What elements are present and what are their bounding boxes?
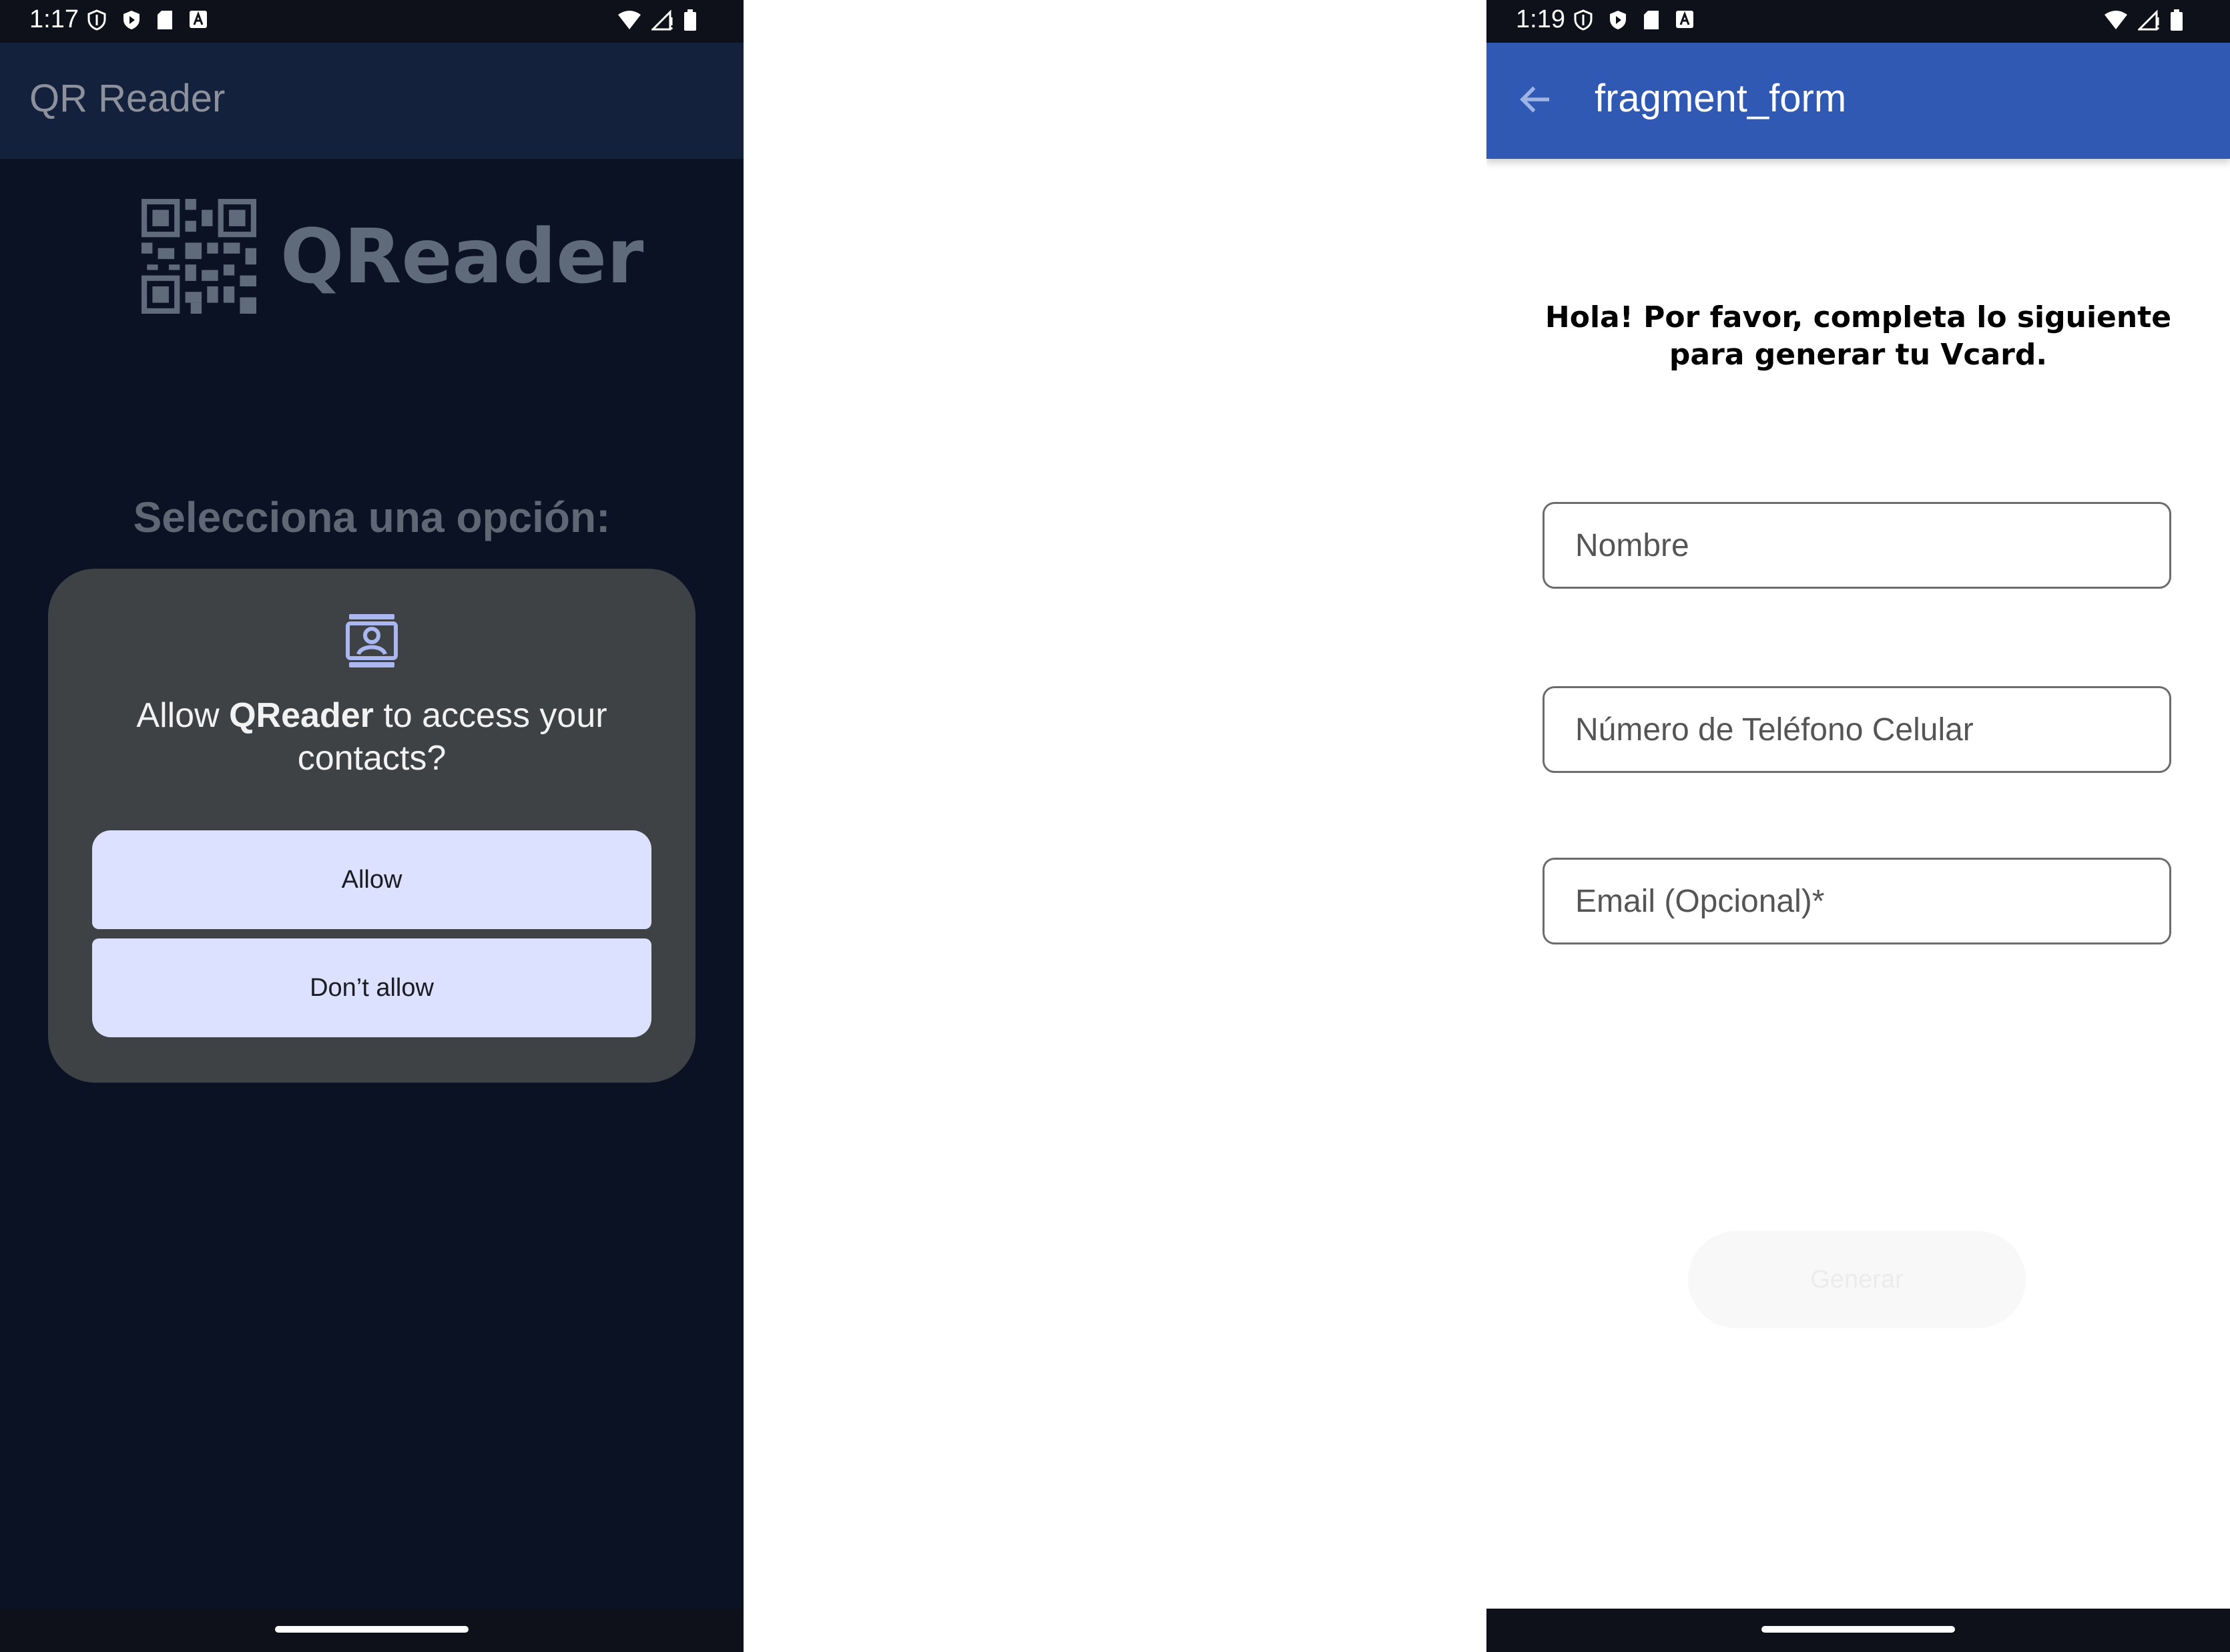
permission-message: Allow QReader to access your contacts?	[75, 694, 669, 780]
play-shield-icon	[121, 9, 142, 31]
sd-card-icon	[1643, 9, 1660, 31]
navigation-bar	[1486, 1609, 2230, 1652]
phone-field[interactable]	[1543, 686, 2171, 773]
status-bar: 1:19	[1486, 0, 2230, 43]
email-field[interactable]	[1543, 858, 2171, 944]
app-toolbar: QR Reader	[0, 43, 744, 159]
status-notification-icons	[87, 9, 208, 31]
wifi-icon	[617, 9, 642, 31]
phone-input[interactable]	[1545, 688, 2169, 771]
app-toolbar: fragment_form	[1486, 43, 2230, 159]
dont-allow-button[interactable]: Don’t allow	[92, 938, 651, 1037]
cell-signal-icon	[650, 9, 674, 31]
arrow-back-icon[interactable]	[1516, 79, 1556, 119]
battery-icon	[683, 9, 697, 31]
vpn-shield-icon	[1573, 9, 1593, 31]
generate-button[interactable]: Generar	[1688, 1231, 2026, 1328]
sd-card-icon	[156, 9, 174, 31]
home-gesture-handle[interactable]	[1761, 1626, 1955, 1633]
keyboard-a-icon	[1675, 9, 1695, 31]
status-bar: 1:17	[0, 0, 744, 43]
brand-name: QReader	[280, 214, 644, 300]
allow-button[interactable]: Allow	[92, 830, 651, 929]
name-field[interactable]	[1543, 502, 2171, 589]
status-notification-icons	[1573, 9, 1695, 31]
vpn-shield-icon	[87, 9, 107, 31]
option-prompt: Selecciona una opción:	[133, 493, 611, 541]
toolbar-title: QR Reader	[29, 77, 226, 120]
keyboard-a-icon	[188, 9, 208, 31]
permission-text-prefix: Allow	[136, 696, 230, 735]
cell-signal-icon	[2137, 9, 2161, 31]
wifi-icon	[2103, 9, 2129, 31]
battery-icon	[2170, 9, 2183, 31]
contacts-icon	[346, 614, 398, 667]
status-time: 1:19	[1516, 5, 1565, 33]
email-input[interactable]	[1545, 860, 2169, 942]
status-system-icons	[617, 9, 697, 31]
status-system-icons	[2103, 9, 2183, 31]
left-phone-screen: 1:17 QR Reader QReader Selecciona una op…	[0, 0, 744, 1652]
right-phone-screen: 1:19 fragment_form Hola! Por favor, comp…	[1486, 0, 2230, 1652]
navigation-bar	[0, 1609, 744, 1652]
permission-dialog: Allow QReader to access your contacts? A…	[48, 569, 695, 1083]
qr-code-icon	[142, 199, 256, 314]
permission-app-name: QReader	[229, 696, 374, 735]
play-shield-icon	[1608, 9, 1628, 31]
status-time: 1:17	[29, 5, 79, 33]
home-gesture-handle[interactable]	[275, 1626, 469, 1633]
name-input[interactable]	[1545, 504, 2169, 587]
form-heading: Hola! Por favor, completa lo siguiente p…	[1545, 300, 2172, 372]
toolbar-title: fragment_form	[1595, 77, 1847, 120]
